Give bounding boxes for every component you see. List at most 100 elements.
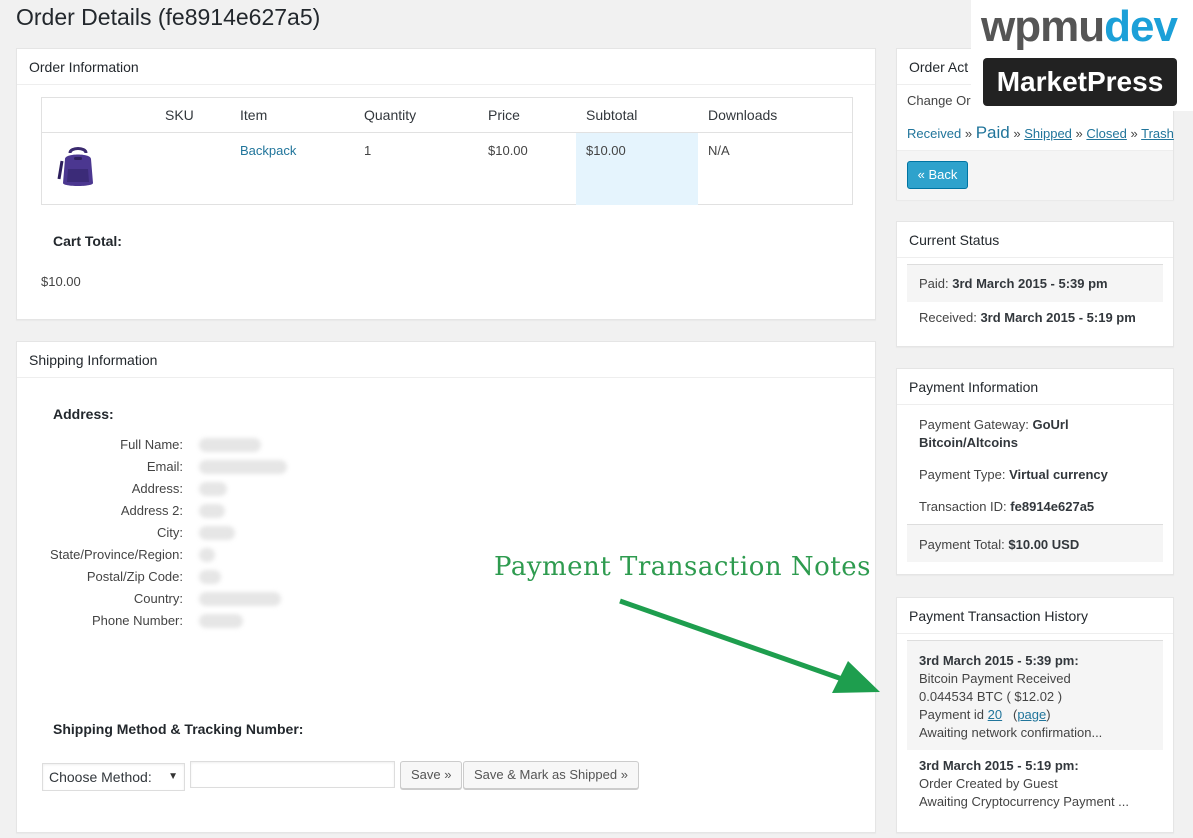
status-received-text: Received: 3rd March 2015 - 5:19 pm [919,310,1136,325]
transaction-entry: 3rd March 2015 - 5:39 pm: Bitcoin Paymen… [907,640,1163,750]
item-backpack-link[interactable]: Backpack [240,143,296,158]
redacted-city [199,526,235,540]
col-sku: SKU [165,107,194,123]
transaction-entry-line: Awaiting Cryptocurrency Payment ... [919,794,1130,809]
wpmudev-wordmark-b: dev [1104,2,1178,51]
tracking-number-input[interactable] [190,761,395,788]
payment-id-label: Payment id [919,707,985,722]
col-downloads: Downloads [708,107,778,123]
transaction-id-label: Transaction ID: [919,499,1007,514]
payment-gateway-text: Payment Gateway: GoUrl [919,417,1069,432]
status-paid-label: Paid: [919,276,949,291]
current-status-box: Current Status Paid: 3rd March 2015 - 5:… [896,221,1174,347]
status-paid-value: 3rd March 2015 - 5:39 pm [952,276,1108,291]
transaction-entry-date-text: 3rd March 2015 - 5:39 pm: [919,653,1079,668]
order-items-table: SKU Item Quantity Price Subtotal Downloa… [41,97,853,205]
transaction-id-value: fe8914e627a5 [1010,499,1095,514]
current-status-heading: Current Status [897,222,1173,258]
transaction-entry-date-text: 3rd March 2015 - 5:19 pm: [919,758,1079,773]
transaction-entry-date: 3rd March 2015 - 5:19 pm: [919,758,1079,773]
payment-gateway-value-2: Bitcoin/Altcoins [919,435,1018,450]
status-received-label: Received: [919,310,977,325]
city-label: City: [157,525,183,540]
col-subtotal: Subtotal [586,107,638,123]
address-heading: Address: [53,406,114,422]
col-quantity: Quantity [364,107,417,123]
order-information-heading: Order Information [17,49,875,85]
shipping-information-box: Shipping Information Address: Full Name:… [16,341,876,833]
payment-page-link[interactable]: page [1017,707,1046,722]
address-label: Address: [131,481,183,496]
save-button[interactable]: Save » [400,761,463,789]
wpmudev-wordmark-a: wpmu [981,2,1105,51]
status-closed-link[interactable]: Closed [1086,126,1126,141]
redacted-postal-code [199,570,221,584]
payment-type-label: Payment Type: [919,467,1006,482]
status-paid-current: Paid [975,123,1010,142]
status-trash-link[interactable]: Trash [1141,126,1174,141]
cell-price: $10.00 [488,143,528,158]
payment-information-box: Payment Information Payment Gateway: GoU… [896,368,1174,575]
backpack-image [57,147,93,186]
redacted-state [199,548,215,562]
postal-code-label: Postal/Zip Code: [86,569,183,584]
table-row: Backpack 1 $10.00 $10.00 N/A [42,133,852,205]
payment-total-label: Payment Total: [919,537,1005,552]
status-shipped-link[interactable]: Shipped [1024,126,1072,141]
state-label: State/Province/Region: [50,547,183,562]
transaction-entry: 3rd March 2015 - 5:19 pm: Order Created … [907,750,1163,820]
payment-total-value: $10.00 USD [1008,537,1080,552]
page-title: Order Details (fe8914e627a5) [16,4,321,30]
cart-total-value: $10.00 [41,274,81,289]
col-price: Price [488,107,520,123]
transaction-entry-line: Order Created by Guest [919,776,1058,791]
country-label: Country: [133,591,183,606]
payment-gateway-value: GoUrl [1032,417,1069,432]
change-order-status-label: Change Or [907,93,971,108]
shipping-method-heading: Shipping Method & Tracking Number: [53,721,304,737]
annotation-arrow-icon [619,598,880,693]
transaction-id-text: Transaction ID: fe8914e627a5 [919,499,1094,514]
payment-type-value: Virtual currency [1009,467,1108,482]
status-received-row: Received: 3rd March 2015 - 5:19 pm [907,302,1163,336]
phone-number-label: Phone Number: [91,613,183,628]
transaction-entry-line: Awaiting network confirmation... [919,725,1103,740]
annotation-label: Payment Transaction Notes [494,552,871,582]
chevron-down-icon: ▼ [168,771,178,782]
back-button[interactable]: « Back [907,161,968,189]
payment-gateway-value-line2: Bitcoin/Altcoins [919,435,1018,450]
redacted-address [199,482,227,496]
status-separator: » [1130,126,1138,141]
transaction-entry-line: 0.044534 BTC ( $12.02 ) [919,689,1063,704]
shipping-method-select[interactable]: Choose Method: ▼ [42,763,185,791]
payment-total-row: Payment Total: $10.00 USD [907,524,1163,562]
cell-subtotal: $10.00 [586,143,626,158]
full-name-label: Full Name: [120,437,183,452]
payment-transaction-history-heading: Payment Transaction History [897,598,1173,634]
transaction-entry-line: Bitcoin Payment Received [919,671,1071,686]
order-status-links: Received » Paid » Shipped » Closed » Tra… [907,123,1174,143]
transaction-entry-payment-id: Payment id 20 (page) [919,707,1051,722]
status-paid-text: Paid: 3rd March 2015 - 5:39 pm [919,276,1108,291]
payment-gateway-label: Payment Gateway: [919,417,1029,432]
status-separator: » [1075,126,1083,141]
status-separator: » [1013,126,1021,141]
save-mark-shipped-button[interactable]: Save & Mark as Shipped » [463,761,639,789]
shipping-method-value: Choose Method: [49,769,152,785]
payment-total-text: Payment Total: $10.00 USD [919,537,1079,552]
shipping-information-heading: Shipping Information [17,342,875,378]
email-label: Email: [146,459,183,474]
table-header: SKU Item Quantity Price Subtotal Downloa… [42,98,852,133]
wpmudev-marketpress-logo: wpmudev MarketPress [971,0,1193,111]
cell-downloads: N/A [708,143,730,158]
cart-total-label: Cart Total: [53,233,122,249]
payment-id-link[interactable]: 20 [988,707,1002,722]
payment-type-text: Payment Type: Virtual currency [919,467,1108,482]
redacted-full-name [199,438,261,452]
redacted-address2 [199,504,225,518]
status-paid-row: Paid: 3rd March 2015 - 5:39 pm [907,264,1163,302]
status-received-link[interactable]: Received [907,126,961,141]
redacted-phone [199,614,243,628]
col-item: Item [240,107,268,123]
redacted-country [199,592,281,606]
